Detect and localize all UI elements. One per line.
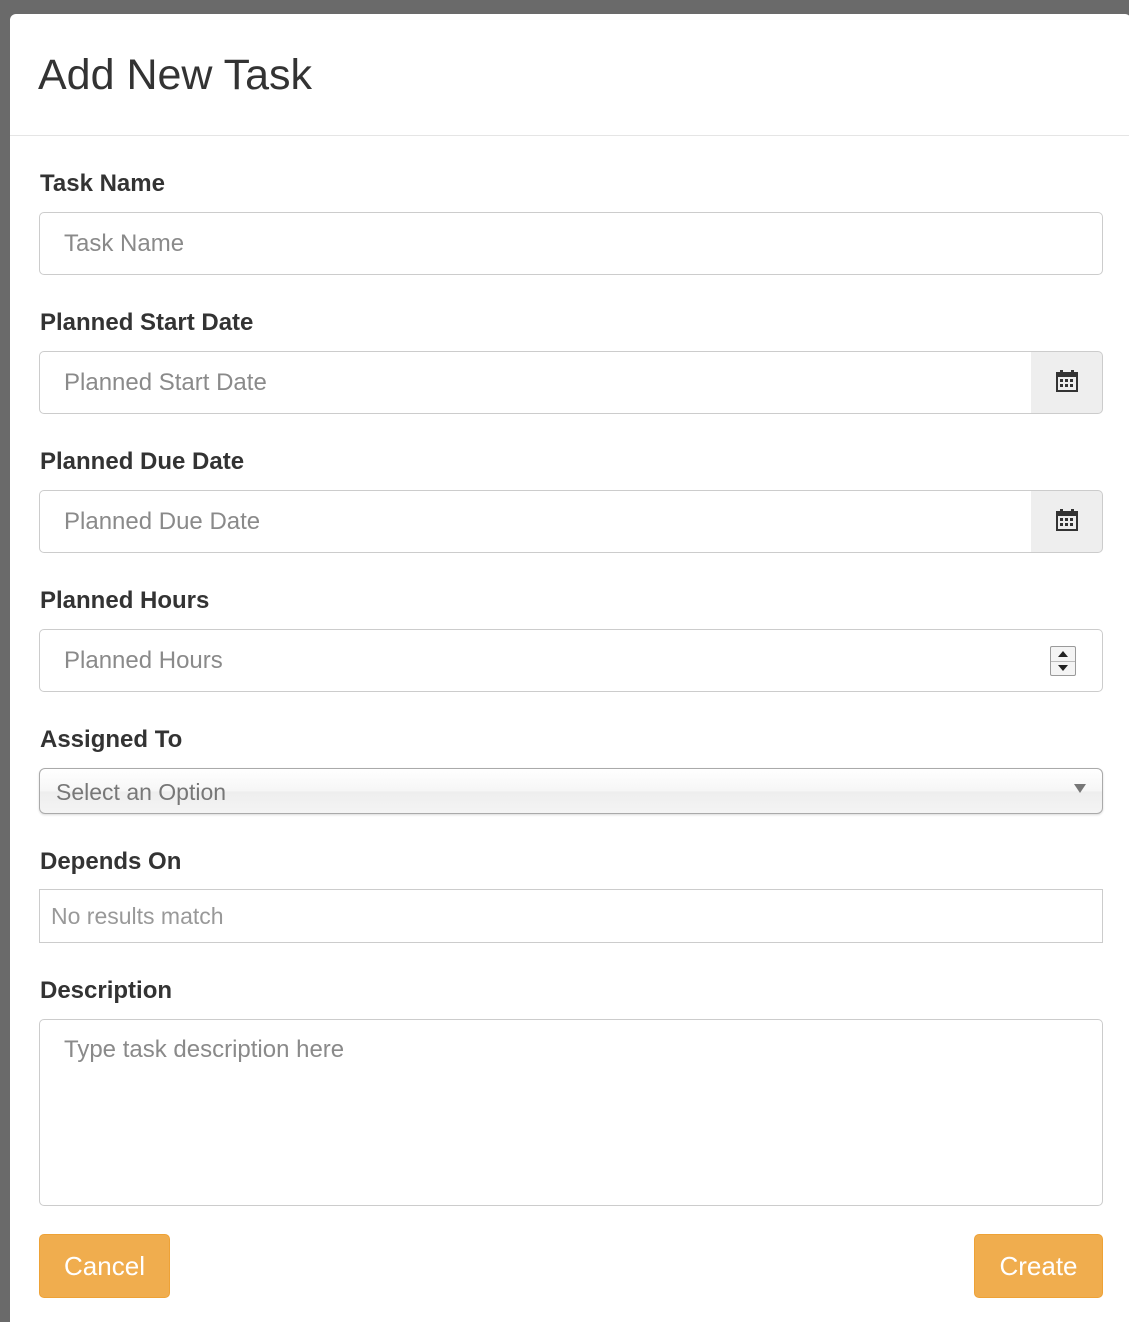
modal-title: Add New Task <box>38 51 313 99</box>
modal-header: Add New Task <box>10 14 1129 136</box>
depends-on-label: Depends On <box>40 848 182 875</box>
add-task-modal: Add New Task Task Name Planned Start Dat… <box>10 14 1129 1322</box>
planned-hours-spinner[interactable] <box>1050 646 1076 676</box>
depends-on-no-results: No results match <box>51 903 224 929</box>
calendar-icon <box>1055 368 1079 397</box>
planned-start-date-label: Planned Start Date <box>40 309 254 336</box>
cancel-button[interactable]: Cancel <box>39 1234 170 1298</box>
planned-hours-input[interactable] <box>39 629 1103 692</box>
planned-hours-label: Planned Hours <box>40 587 210 614</box>
planned-due-date-label: Planned Due Date <box>40 448 245 475</box>
create-button[interactable]: Create <box>974 1234 1103 1298</box>
planned-due-date-input[interactable] <box>39 490 1032 553</box>
description-label: Description <box>40 977 173 1004</box>
task-name-input[interactable] <box>39 212 1103 275</box>
task-name-label: Task Name <box>40 170 165 197</box>
start-date-calendar-button[interactable] <box>1031 351 1103 414</box>
due-date-calendar-button[interactable] <box>1031 490 1103 553</box>
assigned-to-selected-value: Select an Option <box>56 779 227 805</box>
assigned-to-label: Assigned To <box>40 726 183 753</box>
dropdown-arrow-icon <box>1074 784 1086 793</box>
assigned-to-select[interactable]: Select an Option <box>39 768 1103 814</box>
calendar-icon <box>1055 507 1079 536</box>
spinner-up-icon[interactable] <box>1051 647 1075 662</box>
spinner-down-icon[interactable] <box>1051 661 1075 675</box>
planned-start-date-input[interactable] <box>39 351 1032 414</box>
description-textarea[interactable] <box>39 1019 1103 1206</box>
depends-on-multiselect[interactable]: No results match <box>39 889 1103 943</box>
